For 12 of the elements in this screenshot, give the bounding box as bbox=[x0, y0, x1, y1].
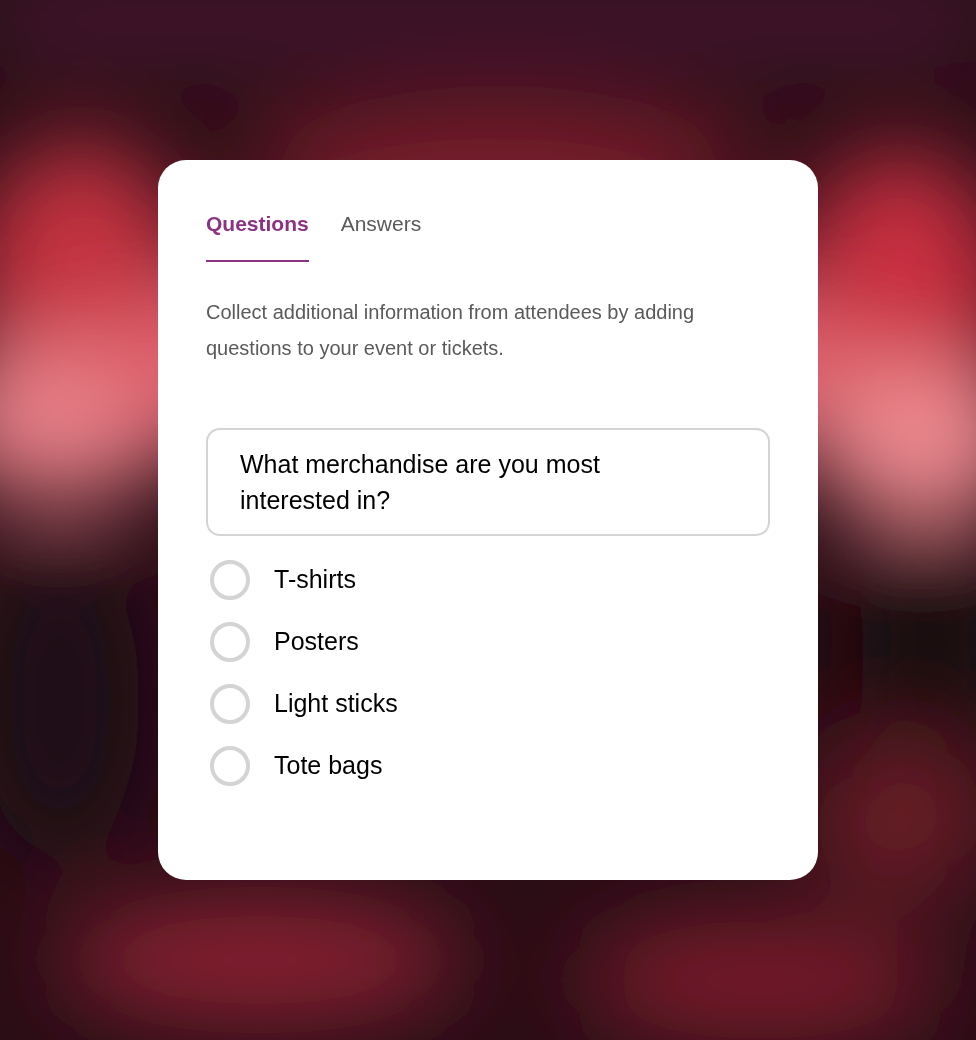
tab[interactable]: Questions bbox=[206, 208, 309, 262]
radio-button[interactable] bbox=[210, 559, 250, 600]
tab[interactable]: Answers bbox=[340, 208, 422, 262]
question-field[interactable]: What merchandise are you most interested in? bbox=[206, 427, 770, 536]
radio-button[interactable] bbox=[210, 745, 250, 786]
option-label: Light sticks bbox=[274, 687, 398, 719]
radio-button[interactable] bbox=[210, 621, 250, 662]
radio-button[interactable] bbox=[210, 683, 250, 724]
option-label: T-shirts bbox=[274, 563, 356, 595]
option-label: Posters bbox=[274, 625, 359, 657]
option-label: Tote bags bbox=[274, 749, 383, 781]
description: Collect additional information from attendees by adding questions to your event or tickets. bbox=[206, 299, 696, 361]
